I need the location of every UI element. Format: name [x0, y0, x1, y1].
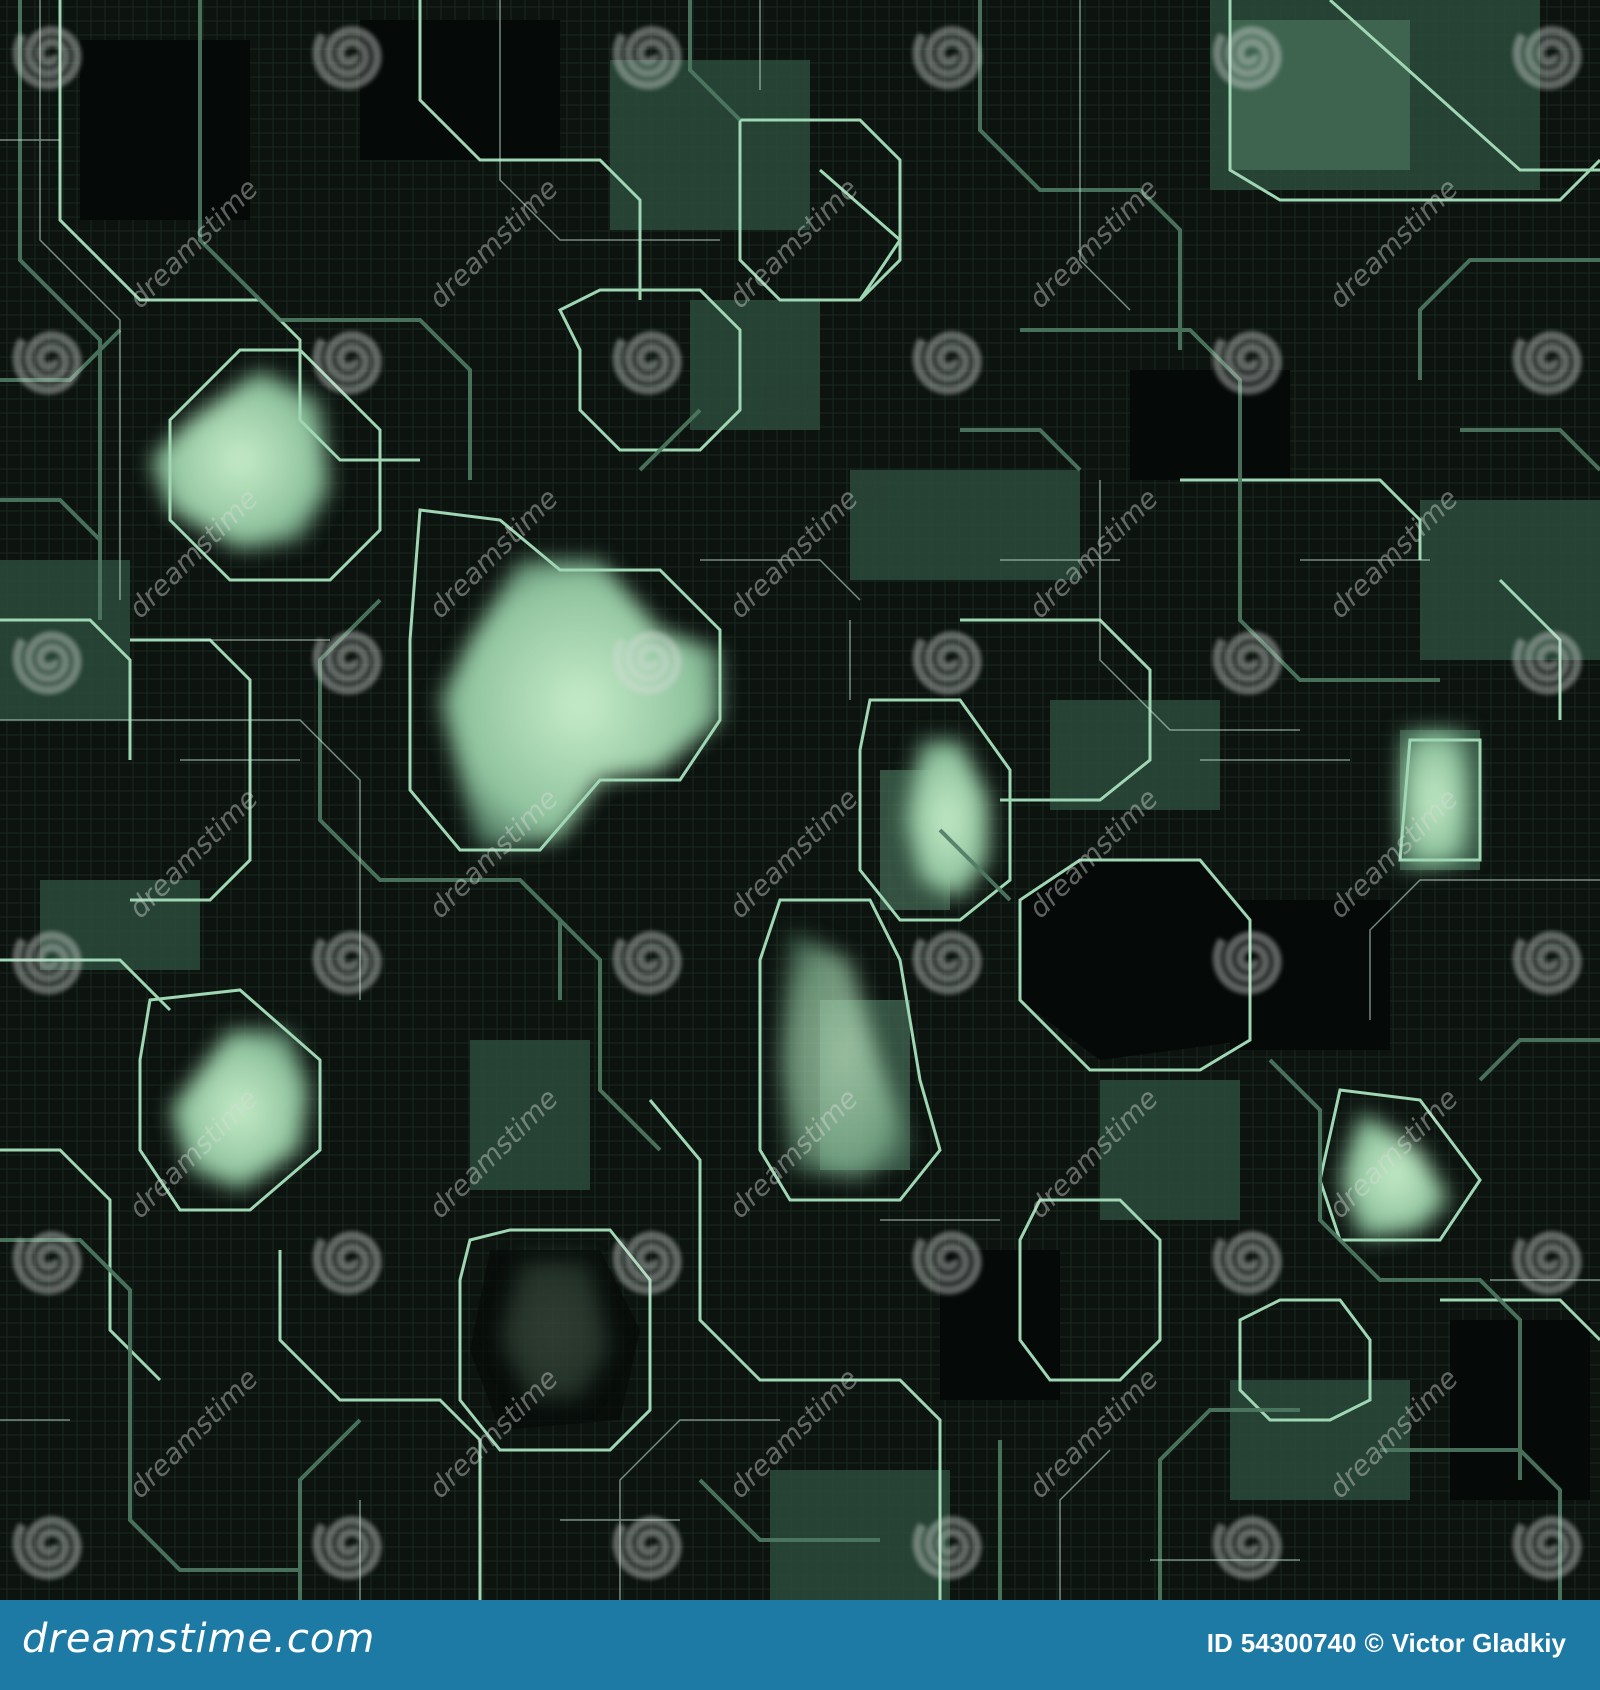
- author-name: Victor Gladkiy: [1391, 1628, 1566, 1658]
- credit-bar: dreamstime.com ID 54300740 © Victor Gladkiy: [0, 1600, 1600, 1690]
- circuit-board-image: dreamstime dreamstime dreamstime dreamstime…: [0, 0, 1600, 1600]
- brand-logo-text: dreamstime.com: [22, 1616, 376, 1662]
- copyright-symbol: ©: [1364, 1628, 1384, 1658]
- image-credit: ID 54300740 © Victor Gladkiy: [1199, 1628, 1566, 1659]
- circuit-texture-canvas: dreamstime dreamstime dreamstime dreamstime…: [0, 0, 1600, 1600]
- id-value: 54300740: [1240, 1628, 1357, 1658]
- id-label: ID: [1206, 1628, 1233, 1658]
